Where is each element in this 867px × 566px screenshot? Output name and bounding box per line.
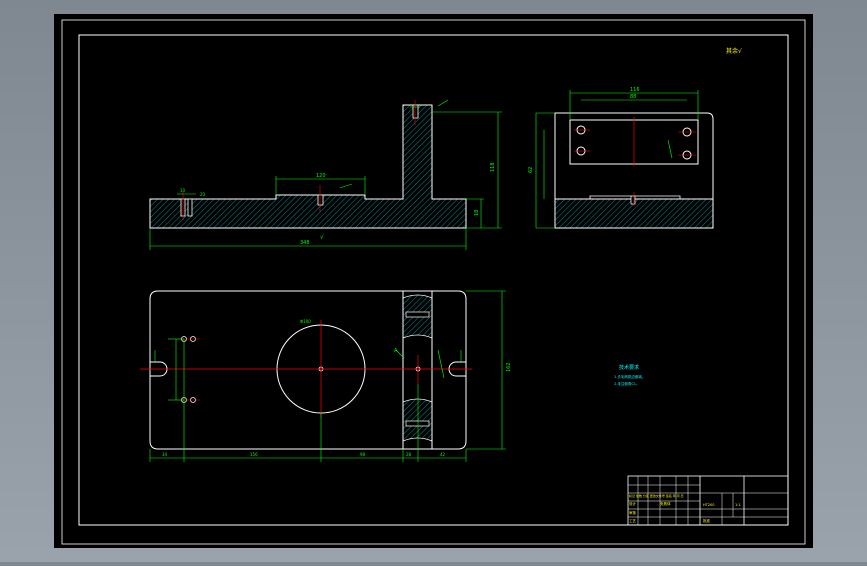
dim-front-base: 18	[474, 210, 480, 216]
dim-side-top: 116	[630, 87, 640, 93]
dim-side-inner: 88	[630, 94, 636, 100]
paper-sheet	[54, 14, 813, 548]
dim-front-slot: 120	[316, 173, 326, 179]
front-roughness-mark: √	[320, 234, 324, 241]
section-mark: A	[394, 348, 398, 354]
dim-plan-seg1: 34	[162, 452, 168, 457]
front-slot-mid	[317, 194, 324, 206]
tech-req-line2: 2.未注倒角C1。	[614, 381, 640, 386]
dim-plan-seg4: 28	[406, 452, 412, 457]
dim-plan-seg5: 42	[440, 452, 446, 457]
title-block-material: HT200	[703, 503, 714, 507]
title-block-name: 夹具体	[660, 501, 671, 506]
dim-plan-seg2: 156	[250, 452, 258, 457]
tech-req-line1: 1.去毛刺锐边倒钝。	[614, 374, 645, 379]
dim-front-height: 118	[490, 162, 496, 172]
title-block-review: 审核	[629, 510, 637, 515]
dim-plan-seg3: 98	[360, 452, 366, 457]
title-block-approve: 批准	[703, 518, 711, 523]
drawing-svg: 其余√ 348 118 18 120 10 20 √ 116 88 62 162…	[54, 14, 813, 548]
title-block-scale: 1:1	[735, 503, 741, 507]
title-block-design: 设计	[629, 501, 637, 506]
title-block-process: 工艺	[629, 518, 637, 523]
roughness-note: 其余√	[726, 47, 742, 55]
dim-front-small-2: 20	[200, 192, 206, 197]
dim-side-height: 62	[528, 167, 534, 173]
tech-req-title: 技术要求	[619, 364, 639, 371]
dim-front-total: 348	[300, 240, 310, 246]
cad-viewport[interactable]: 其余√ 348 118 18 120 10 20 √ 116 88 62 162…	[0, 0, 867, 562]
front-slot-left2	[187, 198, 193, 217]
title-block-row0: 标记 处数 分区 更改文件号 签名 年.月.日	[629, 493, 684, 498]
dim-plan-height: 162	[506, 362, 512, 372]
dim-plan-dia: Φ100	[300, 319, 311, 324]
dim-front-small-1: 10	[180, 188, 186, 193]
